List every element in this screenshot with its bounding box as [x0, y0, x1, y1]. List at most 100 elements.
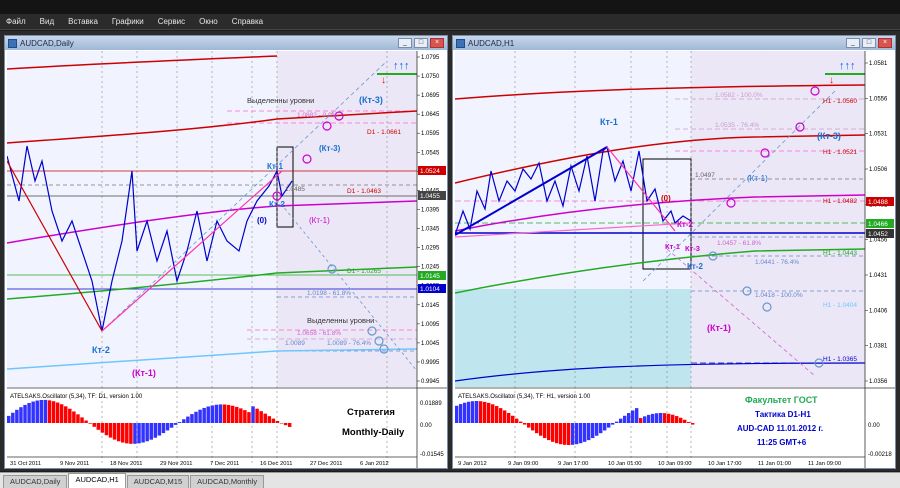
minimize-button[interactable]: _: [398, 38, 412, 48]
sell-arrow-icon: ↓: [381, 75, 386, 86]
menu-view[interactable]: Вид: [40, 17, 54, 26]
level-d1-2: D1 - 1.0463: [347, 188, 381, 195]
price-tick-label: 1.0431: [869, 273, 888, 279]
date-tick-label: 27 Dec 2011: [310, 461, 342, 467]
chart-window-icon: [456, 38, 465, 48]
menu-tools[interactable]: Сервис: [158, 17, 185, 26]
daily-osc-tick-mid: 0.00: [420, 423, 432, 429]
price-tick-label: 1.0395: [421, 207, 440, 213]
chart-tab[interactable]: AUDCAD,H1: [68, 473, 126, 488]
oscillator-bar: [173, 423, 178, 425]
label-zero: (0): [661, 194, 671, 203]
oscillator-bar: [141, 423, 145, 443]
label-kt2-left: Кт-2: [92, 345, 110, 355]
price-tick-label: 1.0545: [421, 150, 440, 156]
oscillator-bar: [459, 404, 463, 423]
menu-charts[interactable]: Графики: [112, 17, 144, 26]
oscillator-bar: [68, 408, 72, 423]
window-title-h1: AUDCAD,H1: [468, 38, 515, 48]
oscillator-bar: [161, 423, 166, 434]
label-kt2-low: Кт-2: [687, 262, 703, 271]
level-l3: 1.0089: [285, 340, 305, 347]
date-tick-label: 18 Nov 2011: [110, 461, 142, 467]
oscillator-bar: [218, 404, 223, 423]
oscillator-bar: [88, 423, 92, 424]
oscillator-bar: [507, 413, 511, 423]
price-tick-label: 1.0506: [869, 167, 888, 173]
price-tick-label: 1.0381: [869, 344, 888, 350]
buy-arrows-icon: ↑↑↑: [839, 60, 856, 72]
label-kt1-top: Кт-1: [600, 117, 618, 127]
maximize-button[interactable]: □: [414, 38, 428, 48]
level-l6: 1.0418 - 100.0%: [755, 292, 803, 299]
oscillator-bar: [487, 402, 491, 423]
price-tick-label: 0.9995: [421, 360, 440, 366]
oscillator-bar: [583, 423, 587, 442]
oscillator-bar: [23, 404, 27, 423]
oscillator-bar: [116, 423, 121, 442]
info-tactic: Тактика D1-H1: [755, 410, 811, 419]
menu-file[interactable]: Файл: [6, 17, 26, 26]
strategy-subtitle: Monthly-Daily: [342, 427, 405, 438]
window-titlebar-h1[interactable]: AUDCAD,H1 _ □ ×: [453, 36, 895, 50]
date-tick-label: 16 Dec 2011: [260, 461, 292, 467]
menu-help[interactable]: Справка: [232, 17, 263, 26]
oscillator-bar: [495, 406, 499, 423]
level-h1-1: H1 - 1.0560: [823, 98, 857, 105]
oscillator-bar: [27, 403, 31, 423]
level-d1-1: D1 - 1.0661: [367, 129, 401, 136]
window-titlebar-daily[interactable]: AUDCAD,Daily _ □ ×: [5, 36, 447, 50]
chart-tab[interactable]: AUDCAD,Monthly: [190, 475, 265, 488]
oscillator-bar: [72, 411, 76, 423]
oscillator-bar: [55, 402, 60, 423]
oscillator-bar: [691, 423, 695, 425]
oscillator-bar: [243, 410, 247, 423]
chart-tab[interactable]: AUDCAD,M15: [126, 475, 190, 488]
oscillator-bar: [539, 423, 543, 436]
label-kt1-bottom: (Кт-1): [707, 323, 731, 333]
oscillator-bar: [679, 417, 683, 423]
level-l3: 1.0497: [695, 172, 715, 179]
oscillator-bar: [206, 406, 210, 423]
daily-osc-tick-top: 0.01889: [420, 401, 442, 407]
oscillator-bar: [535, 423, 539, 434]
price-tick-label: 1.0356: [869, 379, 888, 385]
minimize-button[interactable]: _: [846, 38, 860, 48]
oscillator-bar: [194, 411, 198, 423]
oscillator-bar: [239, 408, 243, 423]
oscillator-bar: [591, 423, 595, 439]
oscillator-bar: [567, 423, 571, 445]
oscillator-bar: [587, 423, 591, 441]
oscillator-bar: [563, 423, 567, 445]
oscillator-bar: [499, 408, 503, 423]
chart-canvas-daily[interactable]: ↑↑↑ ↓ Выделенны уровни (Кт-3) (Кт-3) Кт-…: [7, 51, 447, 468]
chart-window-h1[interactable]: AUDCAD,H1 _ □ × ↑↑↑ ↓ Кт-1 (Кт-3) (Кт-1)…: [452, 35, 896, 469]
oscillator-bar: [627, 413, 631, 423]
level-h1-2: H1 - 1.0521: [823, 149, 857, 156]
oscillator-bar: [635, 408, 639, 423]
label-kt2-right: Кт-2: [269, 200, 285, 209]
price-tag-green: 1.0145: [420, 273, 440, 280]
date-tick-label: 11 Jan 01:00: [758, 461, 791, 467]
price-tag-blue: 1.0104: [420, 286, 440, 293]
price-tick-label: 1.0750: [421, 74, 440, 80]
level-d1-3: D1 - 1.0265: [347, 268, 381, 275]
oscillator-bar: [186, 416, 190, 423]
price-tick-label: 1.0695: [421, 93, 440, 99]
level-l1: 1.0485: [285, 186, 305, 193]
label-highlighted-levels-bottom: Выделенны уровни: [307, 316, 374, 325]
chart-window-daily[interactable]: AUDCAD,Daily _ □ × ↑↑↑ ↓ Выделенны уровн…: [4, 35, 448, 469]
chart-canvas-h1[interactable]: ↑↑↑ ↓ Кт-1 (Кт-3) (Кт-1) (0) Кт-2 Кт-1 К…: [455, 51, 895, 468]
chart-tab[interactable]: AUDCAD,Daily: [3, 475, 68, 488]
price-tick-label: 1.0795: [421, 55, 440, 61]
close-button[interactable]: ×: [878, 38, 892, 48]
close-button[interactable]: ×: [430, 38, 444, 48]
menu-insert[interactable]: Вставка: [68, 17, 98, 26]
maximize-button[interactable]: □: [862, 38, 876, 48]
oscillator-bar: [275, 420, 280, 423]
oscillator-bar: [503, 410, 507, 423]
info-date: AUD-CAD 11.01.2012 г.: [737, 424, 823, 433]
oscillator-bar: [149, 423, 153, 440]
price-tick-label: 1.0095: [421, 322, 440, 328]
menu-window[interactable]: Окно: [199, 17, 218, 26]
